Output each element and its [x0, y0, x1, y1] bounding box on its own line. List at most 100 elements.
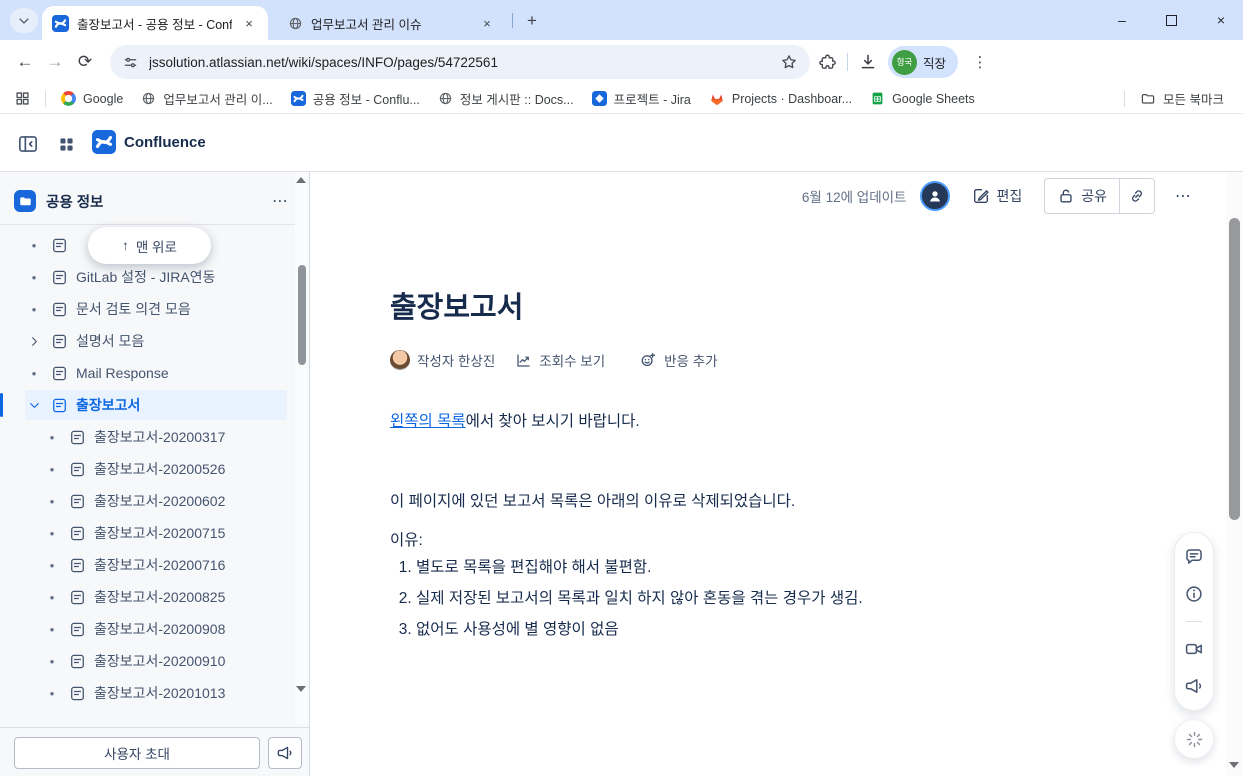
last-updated-text[interactable]: 6월 12에 업데이트	[802, 186, 907, 206]
left-list-link[interactable]: 왼쪽의 목록	[390, 413, 466, 430]
profile-chip[interactable]: 형국 직장	[888, 46, 958, 78]
edit-button[interactable]: 편집	[964, 180, 1030, 212]
confluence-favicon	[52, 15, 69, 32]
apps-grid-icon[interactable]	[14, 90, 31, 107]
maximize-button[interactable]	[1166, 15, 1177, 26]
extensions-icon[interactable]	[818, 53, 837, 72]
bookmark-label: 프로젝트 - Jira	[614, 89, 691, 108]
sidebar-item-label: 출장보고서-20200317	[94, 427, 225, 447]
page-icon	[69, 461, 86, 478]
sidebar-item-report-20200602[interactable]: • 출장보고서-20200602	[43, 486, 287, 516]
browser-menu-button[interactable]: ⋮	[968, 53, 992, 71]
sidebar-item-gitlab-config[interactable]: • GitLab 설정 - JIRA연동	[25, 262, 287, 292]
bullet-icon: •	[43, 462, 61, 477]
sidebar-item-report-20200825[interactable]: • 출장보고서-20200825	[43, 582, 287, 612]
back-to-top-button[interactable]: ↑ 맨 위로	[88, 227, 211, 264]
scroll-down-arrow[interactable]	[1229, 762, 1239, 768]
copy-link-button[interactable]	[1120, 179, 1154, 213]
sidebar-scrollbar[interactable]	[295, 172, 308, 724]
bookmark-confluence[interactable]: 공용 정보 - Conflu...	[282, 89, 429, 108]
space-header[interactable]: 공용 정보 ⋯	[14, 182, 296, 220]
page-icon	[69, 653, 86, 670]
video-icon[interactable]	[1184, 639, 1204, 659]
sidebar-item-report-20200715[interactable]: • 출장보고서-20200715	[43, 518, 287, 548]
page-action-bar: 6월 12에 업데이트 편집 공유 ⋯	[802, 177, 1198, 215]
tab-title: 출장보고서 - 공용 정보 - Confl	[77, 14, 232, 33]
collapse-sidebar-icon	[17, 133, 39, 155]
share-button[interactable]: 공유	[1045, 179, 1120, 213]
bookmark-star-icon[interactable]	[780, 53, 798, 71]
chevron-down-icon[interactable]	[25, 398, 43, 413]
space-more-button[interactable]: ⋯	[264, 191, 296, 211]
tab-strip: 출장보고서 - 공용 정보 - Confl × 업무보고서 관리 이슈 × + …	[0, 0, 1243, 40]
new-tab-button[interactable]: +	[520, 9, 544, 33]
close-button[interactable]: ×	[1213, 12, 1229, 28]
bookmark-info-board[interactable]: 정보 게시판 :: Docs...	[429, 89, 583, 108]
bookmark-label: Google Sheets	[892, 92, 975, 106]
view-count-button[interactable]: 조회수 보기	[515, 350, 605, 370]
back-button[interactable]: ←	[10, 47, 40, 77]
info-icon[interactable]	[1184, 584, 1204, 604]
download-icon[interactable]	[858, 52, 878, 72]
chevron-down-icon	[16, 13, 32, 29]
confluence-icon	[291, 91, 306, 106]
link-icon	[1128, 187, 1146, 205]
sidebar-item-label: 출장보고서-20200716	[94, 555, 225, 575]
bookmark-google[interactable]: Google	[52, 91, 132, 106]
megaphone-icon[interactable]	[1184, 676, 1204, 696]
sidebar-item-doc-review[interactable]: • 문서 검토 의견 모음	[25, 294, 287, 324]
forward-button[interactable]: →	[40, 47, 70, 77]
floating-tools-rail	[1174, 532, 1214, 711]
sidebar-item-report-20200526[interactable]: • 출장보고서-20200526	[43, 454, 287, 484]
sidebar-item-mail-response[interactable]: • Mail Response	[25, 358, 287, 388]
scroll-down-arrow[interactable]	[296, 686, 306, 692]
sidebar-item-report-20200716[interactable]: • 출장보고서-20200716	[43, 550, 287, 580]
sidebar-item-report-20200910[interactable]: • 출장보고서-20200910	[43, 646, 287, 676]
sidebar-item-report-20201013[interactable]: • 출장보고서-20201013	[43, 678, 287, 708]
add-reaction-button[interactable]: 반응 추가	[639, 350, 717, 370]
sidebar-item-trip-reports-selected[interactable]: 출장보고서	[25, 390, 287, 420]
page-icon	[69, 685, 86, 702]
burst-icon	[1185, 730, 1204, 749]
sidebar-item-manuals[interactable]: 설명서 모음	[25, 326, 287, 356]
scroll-up-arrow[interactable]	[296, 177, 306, 183]
app-switcher-button[interactable]	[54, 132, 78, 156]
minimize-button[interactable]: –	[1114, 12, 1130, 28]
all-bookmarks-button[interactable]: 모든 북마크	[1131, 89, 1233, 108]
reason-list: 별도로 목록을 편집해야 해서 불편함. 실제 저장된 보고서의 목록과 일치 …	[394, 556, 863, 649]
tab-active[interactable]: 출장보고서 - 공용 정보 - Confl ×	[42, 6, 268, 40]
feedback-megaphone-button[interactable]	[268, 737, 302, 769]
tab-search-button[interactable]	[10, 8, 38, 33]
comments-icon[interactable]	[1184, 547, 1204, 567]
address-bar[interactable]: jssolution.atlassian.net/wiki/spaces/INF…	[110, 45, 810, 79]
sidebar-item-label: 출장보고서-20200715	[94, 523, 225, 543]
bookmark-sheets[interactable]: Google Sheets	[861, 91, 984, 106]
intro-tail: 에서 찾아 보시기 바랍니다.	[466, 413, 640, 430]
globe-icon	[288, 16, 303, 31]
more-actions-button[interactable]: ⋯	[1169, 186, 1198, 206]
tab-close-icon[interactable]: ×	[240, 14, 258, 32]
chevron-right-icon[interactable]	[25, 334, 43, 349]
author-chip[interactable]: 작성자 한상진	[390, 350, 495, 370]
editor-avatar[interactable]	[920, 181, 950, 211]
tab-close-icon[interactable]: ×	[478, 14, 496, 32]
confluence-brand[interactable]: Confluence	[92, 130, 206, 154]
page-scrollbar[interactable]	[1226, 172, 1243, 776]
bullet-icon: •	[43, 654, 61, 669]
tab-inactive[interactable]: 업무보고서 관리 이슈 ×	[278, 6, 506, 40]
bookmark-gitlab[interactable]: Projects · Dashboar...	[700, 91, 861, 107]
bullet-icon: •	[43, 526, 61, 541]
reload-button[interactable]: ⟳	[70, 47, 100, 77]
sidebar-divider	[0, 224, 296, 225]
site-settings-icon[interactable]	[122, 54, 139, 71]
sidebar-item-report-20200317[interactable]: • 출장보고서-20200317	[43, 422, 287, 452]
sidebar-item-report-20200908[interactable]: • 출장보고서-20200908	[43, 614, 287, 644]
collapse-sidebar-button[interactable]	[16, 132, 40, 156]
browser-toolbar: ← → ⟳ jssolution.atlassian.net/wiki/spac…	[0, 40, 1243, 84]
sidebar-scrollbar-thumb[interactable]	[298, 265, 306, 365]
page-scrollbar-thumb[interactable]	[1229, 218, 1240, 520]
invite-users-button[interactable]: 사용자 초대	[14, 737, 260, 769]
bookmark-work-report[interactable]: 업무보고서 관리 이...	[132, 89, 281, 108]
bookmark-jira[interactable]: 프로젝트 - Jira	[583, 89, 700, 108]
loading-burst-button[interactable]	[1174, 719, 1214, 759]
